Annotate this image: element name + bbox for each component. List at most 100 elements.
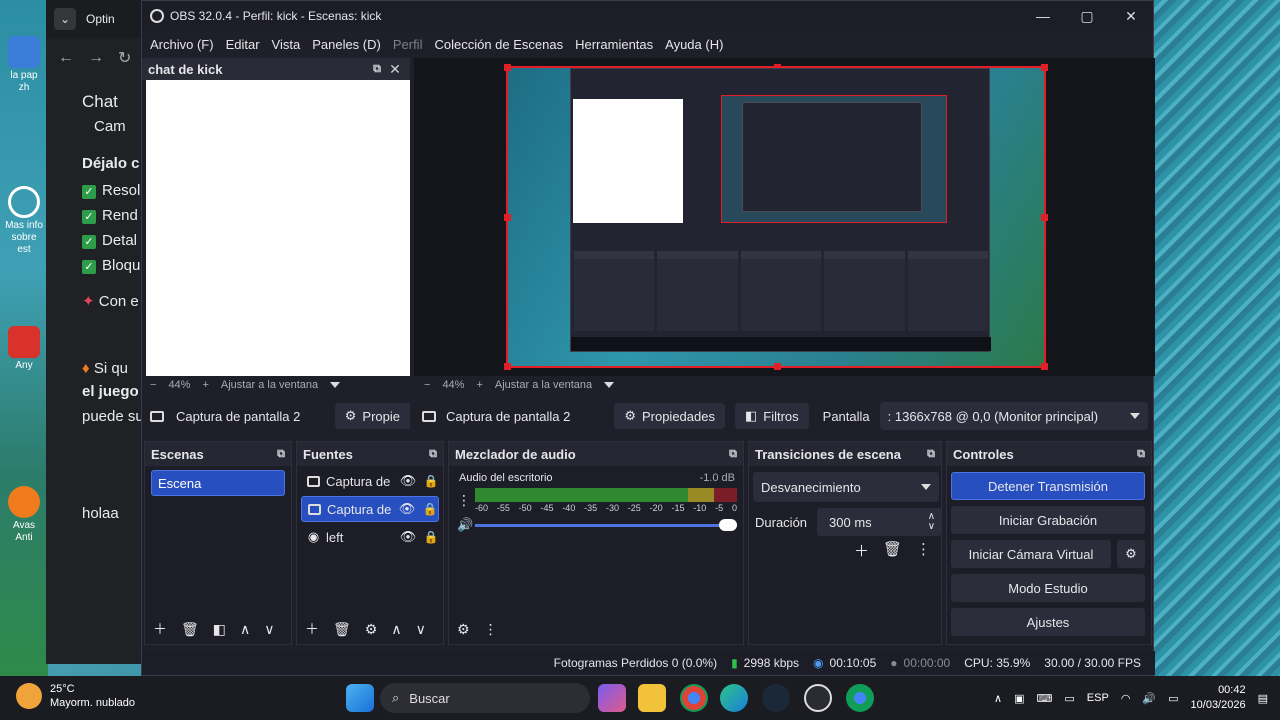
desktop-icon-4[interactable]: Avas Anti <box>4 486 44 544</box>
arrow-down-icon[interactable]: ∨ <box>264 621 274 638</box>
zoom-fit-label[interactable]: Ajustar a la ventana <box>221 379 318 391</box>
virtual-camera-button[interactable]: Iniciar Cámara Virtual <box>951 540 1111 568</box>
chrome-profile-icon[interactable] <box>846 684 874 712</box>
edge-icon[interactable] <box>720 684 748 712</box>
undock-icon[interactable]: ⧉ <box>1137 448 1145 461</box>
weather-widget[interactable]: 25°C Mayorm. nublado <box>16 682 135 710</box>
file-explorer-icon[interactable] <box>638 684 666 712</box>
menu-ayuda[interactable]: Ayuda (H) <box>665 37 735 52</box>
chevron-down-icon[interactable] <box>330 382 341 388</box>
zoom-in-icon[interactable]: + <box>476 379 482 391</box>
scene-item[interactable]: Escena <box>151 470 285 496</box>
resize-handle[interactable] <box>1041 64 1048 71</box>
language-indicator[interactable]: ESP <box>1087 692 1109 704</box>
stop-stream-button[interactable]: Detener Transmisión <box>951 472 1145 500</box>
volume-slider[interactable] <box>475 519 737 531</box>
steam-icon[interactable] <box>762 684 790 712</box>
more-vert-icon[interactable]: ⋮ <box>484 621 498 638</box>
obs-taskbar-icon[interactable] <box>804 684 832 712</box>
browser-window[interactable]: ⌄ Optin ← → ↻ Chat Cam Déjalo c ✓ Resol ✓… <box>46 0 146 664</box>
clock[interactable]: 00:42 10/03/2026 <box>1191 683 1246 713</box>
visibility-eye-icon[interactable]: 👁 <box>399 529 417 545</box>
properties-button[interactable]: ⚙ Propiedades <box>614 403 725 429</box>
source-item[interactable]: Captura de 👁 🔒 <box>301 496 439 522</box>
notification-icon[interactable]: ▤ <box>1258 692 1268 705</box>
virtual-camera-settings-button[interactable]: ⚙ <box>1117 540 1145 568</box>
more-vert-icon[interactable]: ⋮ <box>916 540 931 561</box>
duration-input[interactable]: 300 ms ∧ ∨ <box>817 508 942 536</box>
chevron-down-icon[interactable] <box>604 382 615 388</box>
spinner-icon[interactable]: ∧ ∨ <box>928 512 935 532</box>
close-icon[interactable]: ✕ <box>1109 8 1153 25</box>
screen-select[interactable]: : 1366x768 @ 0,0 (Monitor principal) <box>879 402 1148 430</box>
zoom-out-icon[interactable]: − <box>424 379 430 391</box>
gear-icon[interactable]: ⚙ <box>365 621 378 638</box>
menu-paneles[interactable]: Paneles (D) <box>312 37 393 52</box>
trash-icon[interactable]: 🗑 <box>883 540 902 561</box>
desktop-icon-3[interactable]: Any <box>4 326 44 372</box>
volume-icon[interactable]: 🔊 <box>1142 692 1156 705</box>
lock-icon[interactable]: 🔒 <box>422 502 438 516</box>
resize-handle[interactable] <box>1041 214 1048 221</box>
zoom-out-icon[interactable]: − <box>150 379 156 391</box>
add-icon[interactable]: ＋ <box>854 540 869 561</box>
menu-herramientas[interactable]: Herramientas <box>575 37 665 52</box>
more-vert-icon[interactable]: ⋮ <box>457 492 471 509</box>
back-icon[interactable]: ← <box>58 49 74 67</box>
undock-icon[interactable]: ⧉ <box>729 448 737 461</box>
lock-icon[interactable]: 🔒 <box>423 530 439 544</box>
keyboard-icon[interactable]: ⌨ <box>1037 692 1053 705</box>
properties-button[interactable]: ⚙ Propie <box>334 403 410 429</box>
transition-select[interactable]: Desvanecimiento <box>753 472 939 502</box>
slider-thumb[interactable] <box>719 519 737 531</box>
obs-window[interactable]: OBS 32.0.4 - Perfil: kick - Escenas: kic… <box>141 0 1155 676</box>
arrow-down-icon[interactable]: ∨ <box>416 621 426 638</box>
speaker-icon[interactable]: 🔊 <box>457 517 473 533</box>
reload-icon[interactable]: ↻ <box>118 48 131 68</box>
source-item[interactable]: ◉ left 👁 🔒 <box>301 524 439 550</box>
message-input-text[interactable]: holaa <box>82 505 146 522</box>
lock-icon[interactable]: 🔒 <box>423 474 439 488</box>
visibility-eye-icon[interactable]: 👁 <box>398 501 416 517</box>
windows-start-icon[interactable] <box>346 684 374 712</box>
forward-icon[interactable]: → <box>88 49 104 67</box>
menu-coleccion[interactable]: Colección de Escenas <box>434 37 575 52</box>
add-icon[interactable]: ＋ <box>153 619 167 639</box>
copilot-icon[interactable] <box>598 684 626 712</box>
undock-icon[interactable]: ⧉ <box>368 63 386 76</box>
zoom-fit-label[interactable]: Ajustar a la ventana <box>495 379 592 391</box>
resize-handle[interactable] <box>504 214 511 221</box>
undock-icon[interactable]: ⧉ <box>429 448 437 461</box>
source-item[interactable]: Captura de 👁 🔒 <box>301 468 439 494</box>
start-recording-button[interactable]: Iniciar Grabación <box>951 506 1145 534</box>
advanced-audio-icon[interactable]: ⚙ <box>457 621 470 638</box>
taskbar-search[interactable]: ⌕ Buscar <box>380 683 590 713</box>
menu-editar[interactable]: Editar <box>226 37 272 52</box>
arrow-up-icon[interactable]: ∧ <box>240 621 250 638</box>
zoom-in-icon[interactable]: + <box>202 379 208 391</box>
filters-button[interactable]: ◧ Filtros <box>734 403 809 429</box>
maximize-icon[interactable]: ▢ <box>1065 8 1109 25</box>
trash-icon[interactable]: 🗑 <box>333 621 351 638</box>
undock-icon[interactable]: ⧉ <box>277 448 285 461</box>
battery-icon[interactable]: ▭ <box>1168 692 1178 705</box>
filter-icon[interactable]: ◧ <box>213 621 226 638</box>
desktop-icon-2[interactable]: Mas info sobre est <box>4 186 44 256</box>
add-icon[interactable]: ＋ <box>305 619 319 639</box>
tab-list-icon[interactable]: ⌄ <box>54 8 76 30</box>
display-icon[interactable]: ▭ <box>1064 692 1074 705</box>
resize-handle[interactable] <box>504 64 511 71</box>
settings-button[interactable]: Ajustes <box>951 608 1145 636</box>
resize-handle[interactable] <box>504 363 511 370</box>
menu-perfil[interactable]: Perfil <box>393 37 435 52</box>
chat-browser-view[interactable] <box>146 80 410 376</box>
chevron-up-icon[interactable]: ∧ <box>994 692 1002 705</box>
arrow-up-icon[interactable]: ∧ <box>391 621 401 638</box>
menu-vista[interactable]: Vista <box>272 37 313 52</box>
menu-archivo[interactable]: Archivo (F) <box>150 37 226 52</box>
desktop-icon-1[interactable]: la pap zh <box>4 36 44 94</box>
minimize-icon[interactable]: — <box>1021 8 1065 24</box>
trash-icon[interactable]: 🗑 <box>181 621 199 638</box>
resize-handle[interactable] <box>1041 363 1048 370</box>
preview-area[interactable] <box>414 58 1155 376</box>
